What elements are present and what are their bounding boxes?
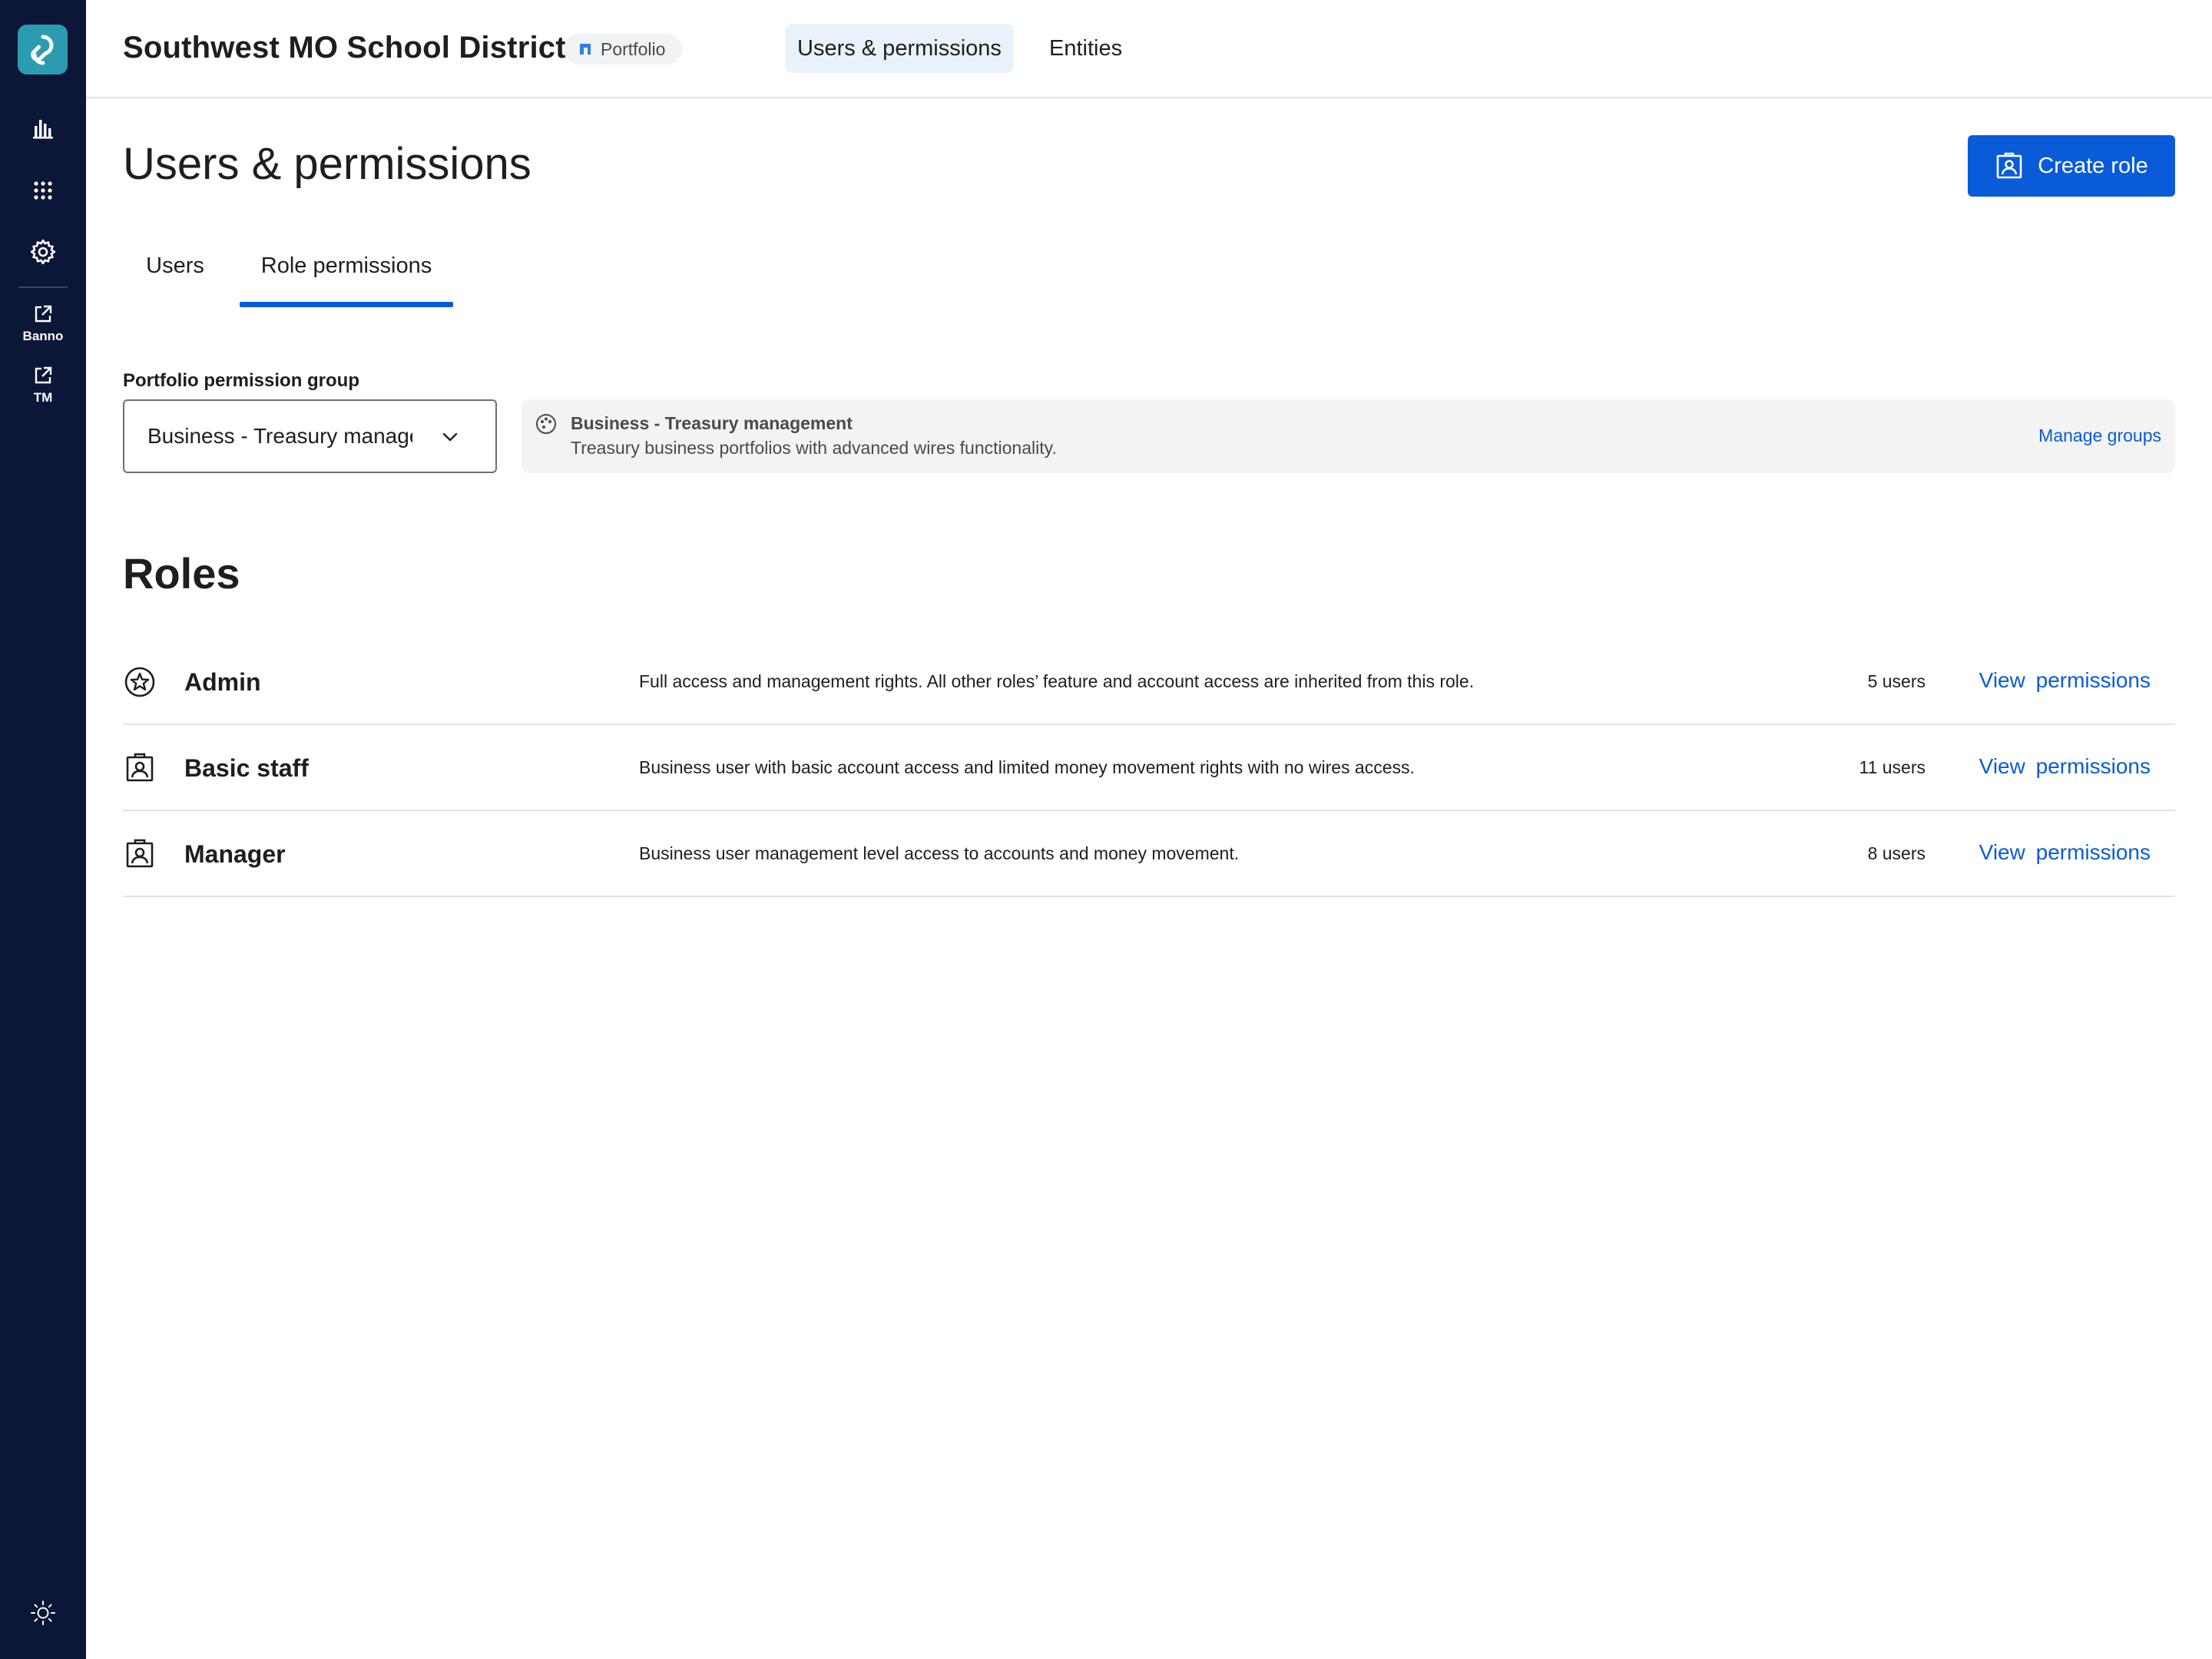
permission-group-info: Business - Treasury management Treasury … (522, 399, 2175, 473)
id-badge-icon (1996, 152, 2022, 179)
star-badge-icon (124, 667, 155, 697)
tab-role-permissions[interactable]: Role permissions (240, 253, 453, 307)
app-logo[interactable] (18, 25, 68, 75)
role-description: Business user management level access to… (639, 843, 1240, 863)
role-name: Basic staff (184, 754, 309, 782)
portfolio-badge: Portfolio (564, 34, 683, 65)
chevron-down-icon (442, 432, 458, 442)
left-rail: Banno TM (0, 0, 86, 1659)
portfolio-badge-label: Portfolio (601, 38, 666, 59)
id-badge-icon (126, 753, 154, 782)
rail-divider (18, 286, 68, 288)
top-bar: Southwest MO School District Portfolio U… (86, 0, 2212, 98)
sun-icon (31, 1601, 55, 1625)
gear-icon (30, 239, 56, 265)
view-permissions-link[interactable]: View permissions (1979, 668, 2151, 693)
role-name: Manager (184, 840, 286, 868)
create-role-button[interactable]: Create role (1968, 135, 2175, 197)
rail-banno-label: Banno (22, 329, 64, 343)
role-row-manager: Manager Business user management level a… (123, 811, 2175, 897)
id-badge-icon (126, 839, 154, 868)
bar-chart-icon (33, 120, 53, 139)
rail-apps-button[interactable] (22, 169, 65, 212)
role-name: Admin (184, 668, 261, 696)
external-link-icon (35, 366, 52, 384)
rail-tm-label: TM (33, 390, 53, 405)
create-role-label: Create role (2038, 153, 2148, 178)
role-row-admin: Admin Full access and management rights.… (123, 639, 2175, 725)
tab-users[interactable]: Users (135, 253, 215, 307)
roles-title: Roles (123, 549, 240, 598)
grid-icon (34, 181, 52, 200)
permission-group-info-description: Treasury business portfolios with advanc… (571, 438, 1057, 458)
permission-group-value: Business - Treasury management (147, 424, 412, 448)
page-title: Users & permissions (123, 139, 531, 189)
permission-group-info-title: Business - Treasury management (571, 413, 853, 433)
portfolio-icon (580, 44, 591, 55)
permission-group-label: Portfolio permission group (123, 370, 360, 391)
view-permissions-link[interactable]: View permissions (1979, 754, 2151, 779)
palette-icon (536, 414, 556, 434)
rail-tm-link[interactable]: TM (9, 366, 77, 424)
app: Banno TM Southwest MO School District Po… (0, 0, 2212, 1659)
role-row-basic-staff: Basic staff Business user with basic acc… (123, 725, 2175, 811)
role-user-count: 5 users (1867, 671, 1926, 691)
topnav-entities[interactable]: Entities (1037, 24, 1134, 73)
permission-group-select[interactable]: Business - Treasury management (123, 399, 497, 473)
role-user-count: 8 users (1867, 843, 1926, 863)
role-description: Business user with basic account access … (639, 757, 1415, 777)
logo-icon (30, 35, 54, 65)
theme-toggle-button[interactable] (26, 1596, 60, 1630)
topnav-users-permissions[interactable]: Users & permissions (785, 24, 1014, 73)
rail-banno-link[interactable]: Banno (9, 304, 77, 363)
manage-groups-link[interactable]: Manage groups (2038, 426, 2161, 446)
view-permissions-link[interactable]: View permissions (1979, 840, 2151, 865)
rail-reports-button[interactable] (22, 108, 65, 151)
role-description: Full access and management rights. All o… (639, 671, 1475, 691)
external-link-icon (35, 305, 52, 323)
org-title: Southwest MO School District (123, 31, 566, 65)
role-user-count: 11 users (1859, 757, 1926, 777)
roles-list: Admin Full access and management rights.… (123, 639, 2175, 897)
rail-settings-button[interactable] (22, 230, 65, 273)
